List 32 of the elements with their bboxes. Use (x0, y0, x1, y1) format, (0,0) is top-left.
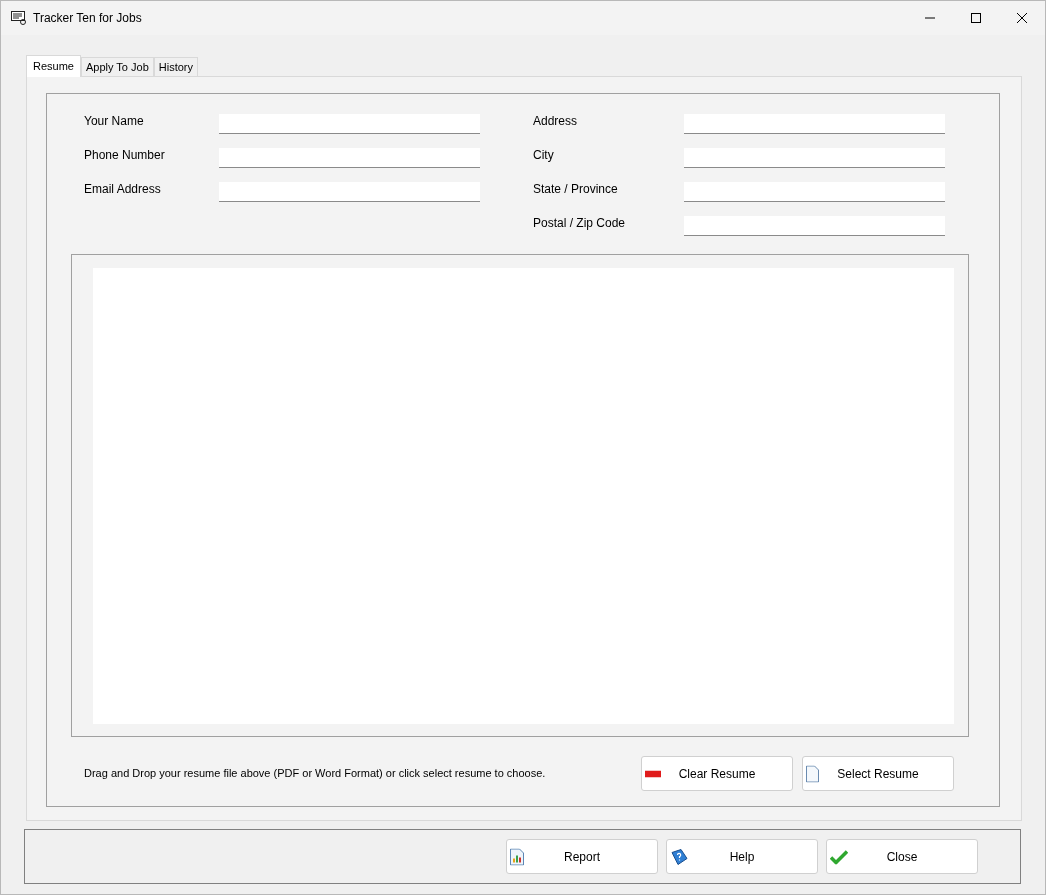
checkmark-icon (830, 849, 848, 864)
app-icon (11, 11, 27, 25)
input-field[interactable] (219, 148, 480, 168)
maximize-icon (971, 13, 981, 23)
field-label: Email Address (84, 181, 162, 198)
field-label: Your Name (84, 113, 145, 130)
field-label: State / Province (533, 181, 619, 198)
button[interactable]: Report (506, 839, 658, 874)
button[interactable]: Clear Resume (641, 756, 793, 791)
tab[interactable]: Resume (26, 55, 81, 77)
input-field[interactable] (684, 114, 945, 134)
document-icon (806, 765, 819, 782)
input-field[interactable] (684, 148, 945, 168)
field-label: Postal / Zip Code (533, 215, 627, 232)
chart-document-icon (510, 848, 524, 865)
field-label: Phone Number (84, 147, 166, 164)
input-field[interactable] (684, 182, 945, 202)
button[interactable]: Close (826, 839, 978, 874)
tab[interactable]: History (153, 57, 198, 76)
instruction-text: Drag and Drop your resume file above (PDF or Word Format) or click select resume to choose. (84, 766, 547, 782)
minus-icon (645, 770, 661, 777)
field-label: City (533, 147, 555, 164)
button[interactable]: Select Resume (802, 756, 954, 791)
window-title: Tracker Ten for Jobs (33, 10, 142, 27)
help-book-icon (670, 848, 688, 865)
button[interactable]: Help (666, 839, 818, 874)
close-icon (1017, 13, 1027, 23)
field-label: Address (533, 113, 579, 130)
input-field[interactable] (219, 114, 480, 134)
input-field[interactable] (219, 182, 480, 202)
tab[interactable]: Apply To Job (80, 57, 154, 76)
input-field[interactable] (684, 216, 945, 236)
